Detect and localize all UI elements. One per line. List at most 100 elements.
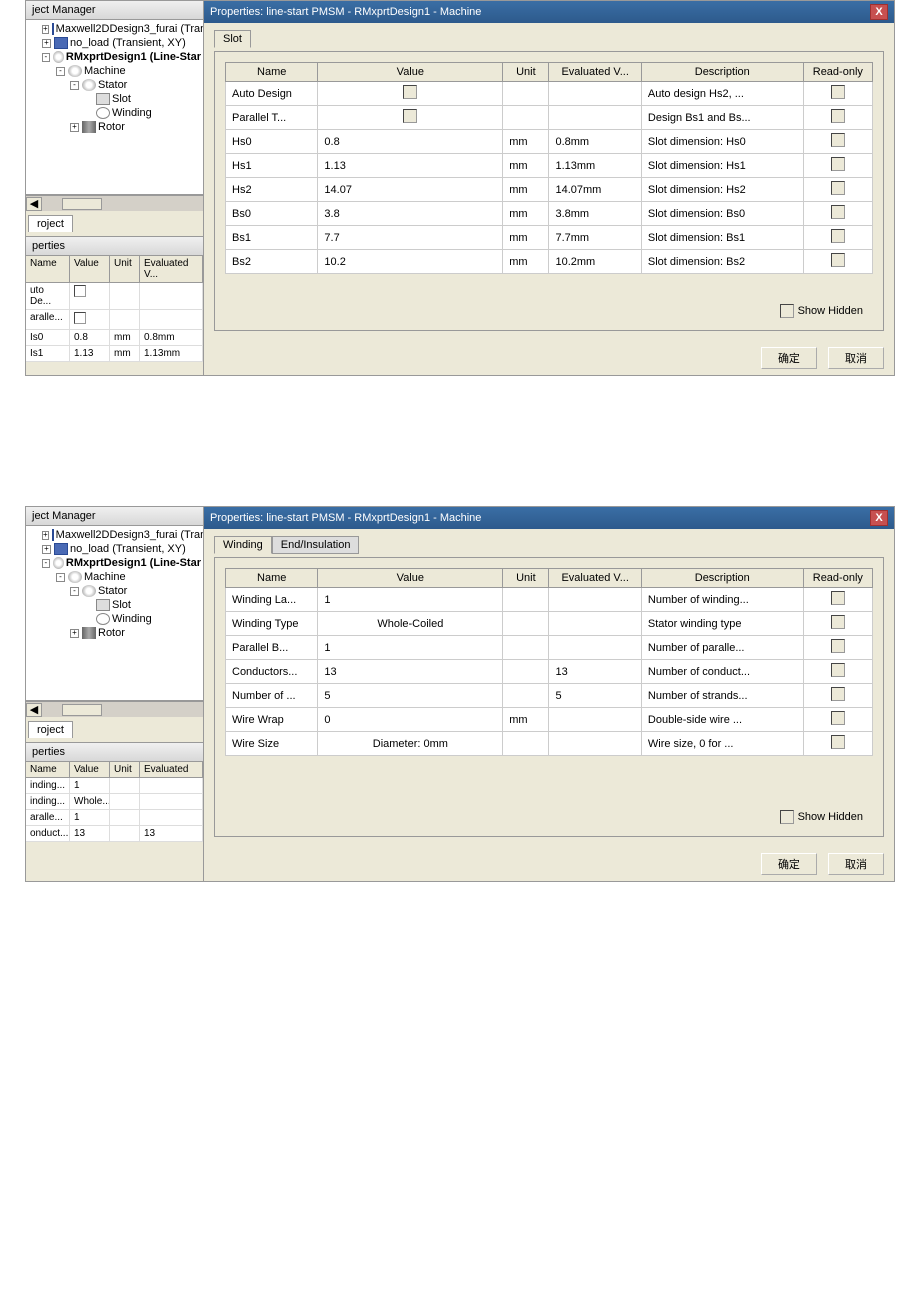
cell-readonly[interactable]	[803, 250, 872, 274]
mini-cell[interactable]	[70, 310, 110, 329]
tree-item[interactable]: Slot	[112, 599, 131, 611]
col-name[interactable]: Name	[226, 63, 318, 82]
cell-readonly[interactable]	[803, 178, 872, 202]
expand-icon[interactable]: +	[70, 123, 79, 132]
col-desc[interactable]: Description	[641, 63, 803, 82]
checkbox-icon[interactable]	[831, 109, 845, 123]
mini-cell[interactable]: 1.13	[70, 346, 110, 361]
tab-end-insulation[interactable]: End/Insulation	[272, 536, 360, 554]
cell-value[interactable]	[318, 106, 503, 130]
cell-value[interactable]: 3.8	[318, 202, 503, 226]
cell-value[interactable]: 7.7	[318, 226, 503, 250]
expand-icon[interactable]: +	[42, 531, 49, 540]
cell-value[interactable]: 14.07	[318, 178, 503, 202]
mini-row[interactable]: Is00.8mm0.8mm	[26, 330, 203, 346]
collapse-icon[interactable]: -	[70, 587, 79, 596]
cell-readonly[interactable]	[803, 106, 872, 130]
tree-item[interactable]: Stator	[98, 79, 127, 91]
mini-row[interactable]: inding...Whole...	[26, 794, 203, 810]
show-hidden-checkbox[interactable]: Show Hidden	[780, 304, 863, 318]
ok-button[interactable]: 确定	[761, 853, 817, 875]
tree-item[interactable]: RMxprtDesign1 (Line-Star	[66, 557, 201, 569]
tree-item[interactable]: Machine	[84, 571, 126, 583]
checkbox-icon[interactable]	[831, 253, 845, 267]
table-row[interactable]: Auto DesignAuto design Hs2, ...	[226, 82, 873, 106]
mini-cell[interactable]: 13	[70, 826, 110, 841]
mini-row[interactable]: onduct...1313	[26, 826, 203, 842]
cell-readonly[interactable]	[803, 636, 872, 660]
tree-item[interactable]: Slot	[112, 93, 131, 105]
table-row[interactable]: Wire SizeDiameter: 0mmWire size, 0 for .…	[226, 732, 873, 756]
show-hidden-checkbox[interactable]: Show Hidden	[780, 810, 863, 824]
table-row[interactable]: Bs17.7mm7.7mmSlot dimension: Bs1	[226, 226, 873, 250]
properties-table[interactable]: Name Value Unit Evaluated V... Descripti…	[225, 568, 873, 756]
scroll-thumb[interactable]	[62, 704, 102, 716]
close-icon[interactable]: X	[870, 510, 888, 526]
mini-cell[interactable]: 1	[70, 810, 110, 825]
checkbox-icon[interactable]	[831, 735, 845, 749]
table-row[interactable]: Bs03.8mm3.8mmSlot dimension: Bs0	[226, 202, 873, 226]
tree-item[interactable]: Maxwell2DDesign3_furai (Tran	[56, 529, 203, 541]
cell-value[interactable]: Diameter: 0mm	[318, 732, 503, 756]
checkbox-icon[interactable]	[831, 157, 845, 171]
col-unit[interactable]: Unit	[503, 569, 549, 588]
expand-icon[interactable]: +	[70, 629, 79, 638]
cell-value[interactable]	[318, 82, 503, 106]
checkbox-icon[interactable]	[831, 639, 845, 653]
checkbox-icon[interactable]	[780, 304, 794, 318]
checkbox-icon[interactable]	[831, 181, 845, 195]
tree-item[interactable]: Rotor	[98, 121, 125, 133]
cell-readonly[interactable]	[803, 202, 872, 226]
cell-value[interactable]: 1	[318, 636, 503, 660]
checkbox-icon[interactable]	[831, 85, 845, 99]
tree-item[interactable]: Maxwell2DDesign3_furai (Tran	[56, 23, 203, 35]
table-row[interactable]: Number of ...55Number of strands...	[226, 684, 873, 708]
checkbox-icon[interactable]	[74, 285, 86, 297]
cell-readonly[interactable]	[803, 226, 872, 250]
checkbox-icon[interactable]	[403, 109, 417, 123]
checkbox-icon[interactable]	[780, 810, 794, 824]
ok-button[interactable]: 确定	[761, 347, 817, 369]
table-row[interactable]: Bs210.2mm10.2mmSlot dimension: Bs2	[226, 250, 873, 274]
collapse-icon[interactable]: -	[70, 81, 79, 90]
tree-item[interactable]: Machine	[84, 65, 126, 77]
mini-row[interactable]: aralle...	[26, 310, 203, 330]
mini-row[interactable]: uto De...	[26, 283, 203, 310]
collapse-icon[interactable]: -	[42, 559, 50, 568]
cell-readonly[interactable]	[803, 612, 872, 636]
tree-item[interactable]: Winding	[112, 613, 152, 625]
cell-value[interactable]: 1.13	[318, 154, 503, 178]
tree-item[interactable]: Stator	[98, 585, 127, 597]
cell-value[interactable]: 13	[318, 660, 503, 684]
tree-item[interactable]: no_load (Transient, XY)	[70, 543, 186, 555]
tab-slot[interactable]: Slot	[214, 30, 251, 48]
checkbox-icon[interactable]	[831, 591, 845, 605]
cell-readonly[interactable]	[803, 708, 872, 732]
col-name[interactable]: Name	[226, 569, 318, 588]
scroll-left-icon[interactable]: ◀	[26, 703, 42, 717]
cell-value[interactable]: 5	[318, 684, 503, 708]
tree-item[interactable]: Winding	[112, 107, 152, 119]
checkbox-icon[interactable]	[831, 205, 845, 219]
checkbox-icon[interactable]	[831, 229, 845, 243]
project-tree[interactable]: +Maxwell2DDesign3_furai (Tran +no_load (…	[26, 20, 203, 195]
cancel-button[interactable]: 取消	[828, 853, 884, 875]
table-row[interactable]: Hs11.13mm1.13mmSlot dimension: Hs1	[226, 154, 873, 178]
cell-readonly[interactable]	[803, 732, 872, 756]
cell-readonly[interactable]	[803, 588, 872, 612]
col-readonly[interactable]: Read-only	[803, 63, 872, 82]
cell-readonly[interactable]	[803, 82, 872, 106]
cell-readonly[interactable]	[803, 660, 872, 684]
collapse-icon[interactable]: -	[56, 573, 65, 582]
tree-scrollbar[interactable]: ◀	[26, 195, 203, 211]
cell-readonly[interactable]	[803, 154, 872, 178]
col-value[interactable]: Value	[318, 569, 503, 588]
project-tab[interactable]: roject	[28, 215, 73, 232]
checkbox-icon[interactable]	[831, 663, 845, 677]
checkbox-icon[interactable]	[831, 711, 845, 725]
col-unit[interactable]: Unit	[503, 63, 549, 82]
table-row[interactable]: Conductors...1313Number of conduct...	[226, 660, 873, 684]
collapse-icon[interactable]: -	[42, 53, 50, 62]
tab-winding[interactable]: Winding	[214, 536, 272, 554]
project-tab[interactable]: roject	[28, 721, 73, 738]
